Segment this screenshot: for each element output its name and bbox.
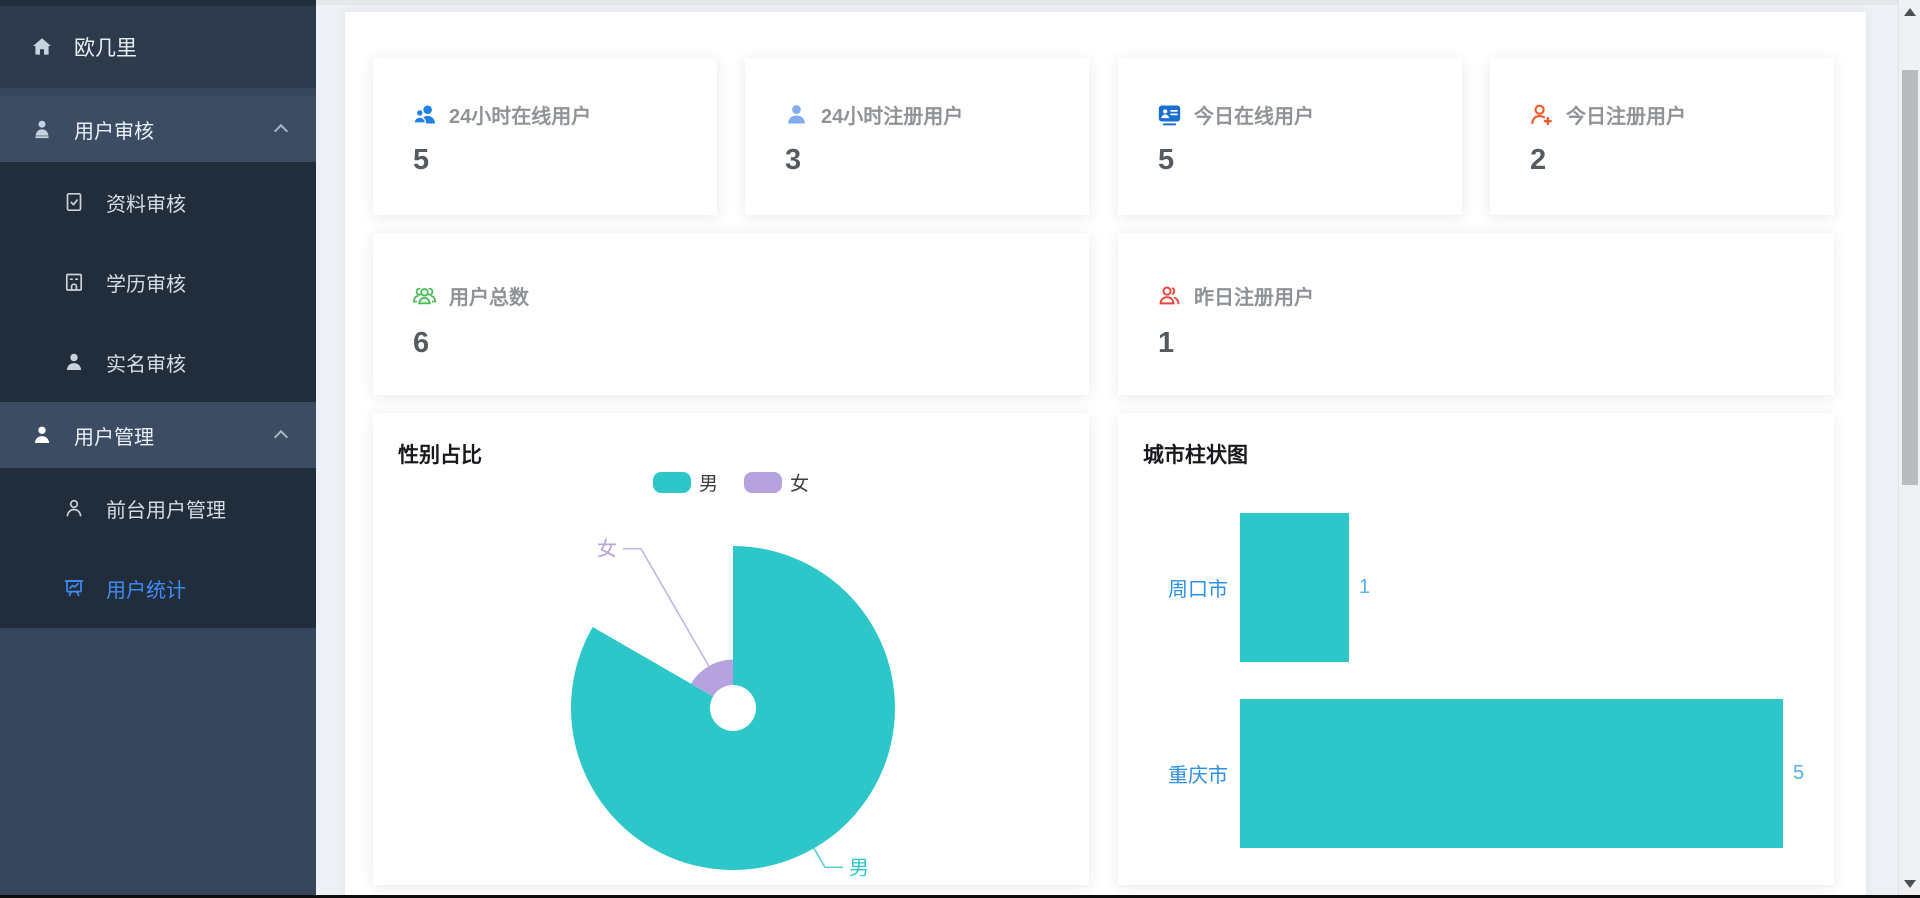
stat-card-today-online: 今日在线用户 5 <box>1118 58 1462 215</box>
sidebar-item-label: 实名审核 <box>106 353 186 376</box>
vertical-scrollbar[interactable] <box>1898 0 1920 898</box>
home-icon <box>33 38 51 55</box>
sidebar-item-user-management[interactable]: 用户管理 <box>0 402 316 468</box>
stat-value: 3 <box>785 144 802 176</box>
stat-value: 6 <box>413 327 430 359</box>
stat-card-online-24h: 24小时在线用户 5 <box>373 58 717 215</box>
sidebar: 欧几里 用户审核 资料审核 学历审核 实名审核 用户管理 前台用户管理 用户统计 <box>0 0 316 898</box>
pie-center-hole <box>710 685 756 731</box>
pie-label-line-女 <box>623 547 710 667</box>
scrollbar-thumb[interactable] <box>1902 70 1918 485</box>
sidebar-item-realname-audit[interactable]: 实名审核 <box>0 322 316 402</box>
city-bar-chart-card: 城市柱状图 周口市 1 重庆市 5 <box>1118 413 1834 885</box>
scroll-up-button[interactable] <box>1899 2 1920 22</box>
sidebar-item-user-statistics[interactable]: 用户统计 <box>0 548 316 628</box>
sidebar-item-label: 资料审核 <box>106 193 186 216</box>
stat-card-today-registered: 今日注册用户 2 <box>1490 58 1834 215</box>
yesterday-registered-users-icon <box>1159 286 1180 305</box>
user-audit-icon <box>35 120 49 139</box>
person-icon <box>66 353 82 370</box>
stat-label: 昨日注册用户 <box>1194 287 1314 309</box>
submenu-user-management: 前台用户管理 用户统计 <box>0 468 316 628</box>
pie-label-男: 男 <box>849 857 869 879</box>
online-users-24h-icon <box>413 105 436 124</box>
arrow-down-icon <box>1904 880 1916 888</box>
today-registered-users-icon <box>1531 104 1552 126</box>
document-check-icon <box>66 192 82 212</box>
stat-label: 今日注册用户 <box>1566 106 1686 128</box>
sidebar-item-user-audit[interactable]: 用户审核 <box>0 96 316 162</box>
bar-category-label: 重庆市 <box>1168 765 1228 787</box>
today-online-users-icon <box>1158 105 1181 126</box>
stat-label: 今日在线用户 <box>1194 106 1314 128</box>
bar-重庆市[interactable] <box>1240 699 1783 848</box>
chevron-up-icon <box>273 123 289 139</box>
chart-board-icon <box>64 580 84 597</box>
stat-value: 2 <box>1530 144 1547 176</box>
school-building-icon <box>65 273 83 291</box>
main-content: 24小时在线用户 5 24小时注册用户 3 今日在线用户 5 今日注册用户 2 … <box>345 12 1866 898</box>
sidebar-item-label: 用户管理 <box>74 426 154 449</box>
bar-category-label: 周口市 <box>1168 579 1228 601</box>
stat-card-yesterday-registered: 昨日注册用户 1 <box>1118 233 1834 395</box>
sidebar-item-label: 学历审核 <box>106 273 186 296</box>
total-users-icon <box>412 287 437 305</box>
user-icon <box>34 426 50 443</box>
submenu-user-audit: 资料审核 学历审核 实名审核 <box>0 162 316 402</box>
bar-row-重庆市: 重庆市 5 <box>1118 699 1834 848</box>
content-top-border <box>316 0 1898 5</box>
stat-card-registered-24h: 24小时注册用户 3 <box>745 58 1089 215</box>
stat-value: 5 <box>1158 144 1175 176</box>
chevron-up-icon <box>273 429 289 445</box>
stat-value: 1 <box>1158 327 1175 359</box>
sidebar-item-front-user-management[interactable]: 前台用户管理 <box>0 468 316 548</box>
gender-pie-chart: 男女 <box>570 538 895 879</box>
sidebar-logo[interactable]: 欧几里 <box>0 6 316 88</box>
sidebar-item-label: 用户审核 <box>74 120 154 143</box>
bar-row-周口市: 周口市 1 <box>1118 513 1834 662</box>
bar-周口市[interactable] <box>1240 513 1349 662</box>
person-outline-icon <box>66 499 82 517</box>
stat-label: 用户总数 <box>449 287 529 309</box>
sidebar-item-education-audit[interactable]: 学历审核 <box>0 242 316 322</box>
stat-value: 5 <box>413 144 430 176</box>
gender-ratio-chart-card: 性别占比 男 女 男女 <box>373 413 1089 885</box>
app-window: 欧几里 用户审核 资料审核 学历审核 实名审核 用户管理 前台用户管理 用户统计… <box>0 0 1920 898</box>
sidebar-item-label: 用户统计 <box>106 579 186 602</box>
city-bar-chart: 周口市 1 重庆市 5 <box>1118 413 1834 885</box>
stat-label: 24小时在线用户 <box>449 106 592 128</box>
bar-value-label: 1 <box>1359 576 1371 598</box>
arrow-up-icon <box>1904 8 1916 16</box>
pie-label-line-男 <box>813 847 843 869</box>
app-title: 欧几里 <box>74 37 137 60</box>
pie-label-女: 女 <box>597 538 617 561</box>
sidebar-item-label: 前台用户管理 <box>106 499 226 522</box>
scroll-down-button[interactable] <box>1899 874 1920 894</box>
sidebar-item-profile-audit[interactable]: 资料审核 <box>0 162 316 242</box>
bar-value-label: 5 <box>1793 762 1805 784</box>
stat-card-total-users: 用户总数 6 <box>373 233 1089 395</box>
registered-users-24h-icon <box>787 105 806 124</box>
stat-label: 24小时注册用户 <box>821 106 964 128</box>
